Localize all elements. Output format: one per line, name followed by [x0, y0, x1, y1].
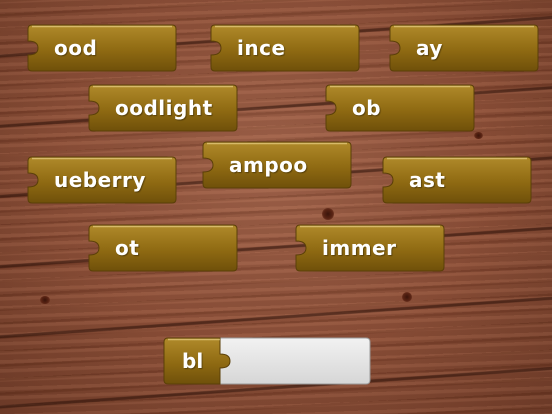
word-piece-ood[interactable]: ood	[27, 24, 177, 73]
answer-strip: bl	[163, 337, 371, 386]
puzzle-piece-shape	[27, 24, 177, 72]
word-piece-ay[interactable]: ay	[389, 24, 539, 73]
wood-knot	[474, 132, 483, 139]
piece-label: ay	[416, 36, 443, 60]
puzzle-piece-shape	[382, 156, 532, 204]
piece-label: ot	[115, 236, 140, 260]
piece-label: ince	[237, 36, 286, 60]
wood-knot	[322, 208, 334, 220]
piece-label: ast	[409, 168, 446, 192]
word-piece-ast[interactable]: ast	[382, 156, 532, 205]
word-piece-oodlight[interactable]: oodlight	[88, 84, 238, 133]
puzzle-piece-shape	[389, 24, 539, 72]
prefix-label: bl	[182, 349, 204, 373]
word-piece-ince[interactable]: ince	[210, 24, 360, 73]
piece-label: ob	[352, 96, 382, 120]
piece-label: immer	[322, 236, 397, 260]
word-piece-ob[interactable]: ob	[325, 84, 475, 133]
wood-knot	[40, 296, 50, 304]
piece-label: ueberry	[54, 168, 146, 192]
wood-knot	[402, 292, 412, 302]
word-piece-immer[interactable]: immer	[295, 224, 445, 273]
puzzle-piece-shape	[88, 224, 238, 272]
piece-label: ood	[54, 36, 98, 60]
word-piece-ueberry[interactable]: ueberry	[27, 156, 177, 205]
piece-label: ampoo	[229, 153, 308, 177]
word-piece-ampoo[interactable]: ampoo	[202, 141, 352, 190]
puzzle-piece-shape	[325, 84, 475, 132]
piece-label: oodlight	[115, 96, 213, 120]
word-piece-ot[interactable]: ot	[88, 224, 238, 273]
drop-slot-target[interactable]	[230, 340, 366, 382]
